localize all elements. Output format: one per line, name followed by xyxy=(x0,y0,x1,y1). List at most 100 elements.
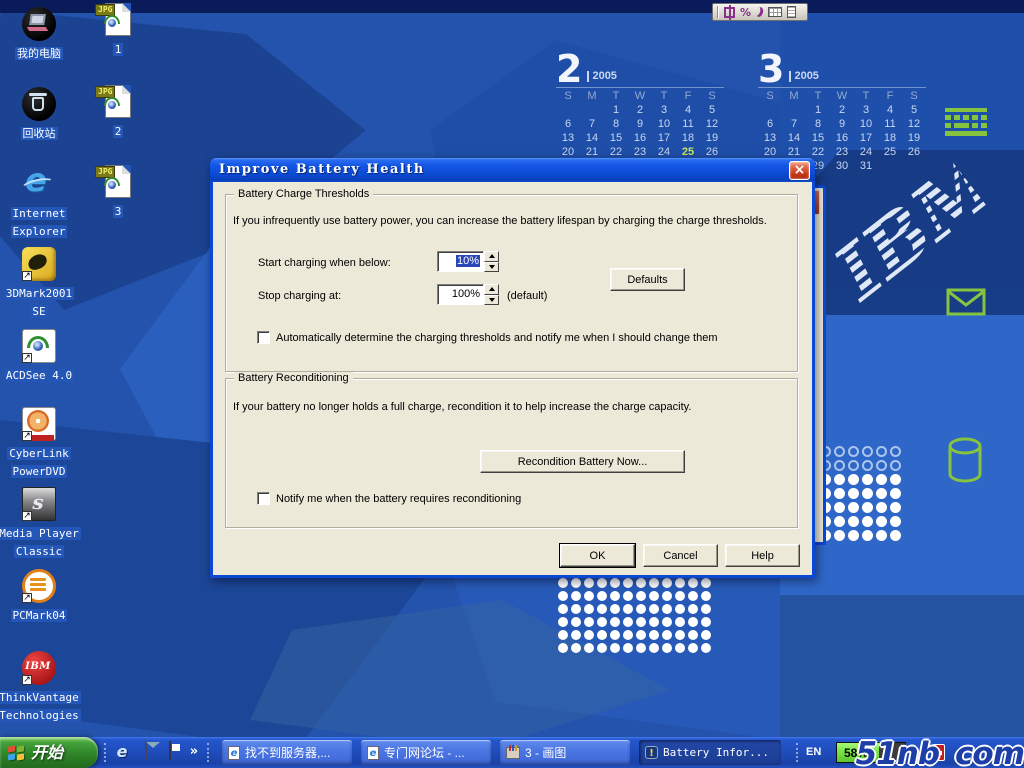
help-button[interactable]: Help xyxy=(725,544,800,567)
start-charging-label: Start charging when below: xyxy=(258,257,391,269)
calendar-day: 30 xyxy=(830,159,854,173)
desktop-icon-powerdvd[interactable]: ↗CyberLink PowerDVD xyxy=(0,406,82,480)
ime-language-bar[interactable]: % xyxy=(712,3,808,21)
calendar-day-header: M xyxy=(782,89,806,103)
recondition-battery-button[interactable]: Recondition Battery Now... xyxy=(480,450,685,473)
desktop-icon-acdsee[interactable]: ↗ACDSee 4.0 xyxy=(0,328,82,384)
desktop-icon-label: Internet Explorer xyxy=(11,207,68,238)
calendar-day: 1 xyxy=(604,103,628,117)
desktop-icon-my-computer[interactable]: 我的电脑 xyxy=(0,6,82,62)
calendar-day: 22 xyxy=(604,145,628,159)
spin-down-icon[interactable] xyxy=(484,262,499,273)
default-note: (default) xyxy=(507,290,547,302)
recycle-bin-icon xyxy=(21,86,57,122)
defaults-button[interactable]: Defaults xyxy=(610,268,685,291)
ime-punctuation-icon[interactable] xyxy=(755,6,765,18)
desktop-icon-jpg-file-2[interactable]: JPG2 xyxy=(96,84,140,140)
notify-reconditioning-checkbox[interactable] xyxy=(257,492,270,505)
calendar-day: 5 xyxy=(700,103,724,117)
desktop-icon-recycle-bin[interactable]: 回收站 xyxy=(0,86,82,142)
dialog-client-area: Battery Charge Thresholds If you infrequ… xyxy=(213,182,812,575)
calendar-day: 13 xyxy=(758,131,782,145)
calendar-day: 14 xyxy=(580,131,604,145)
ok-button[interactable]: OK xyxy=(560,544,635,567)
taskbar-task-button[interactable]: e专门网论坛 - ... xyxy=(361,740,491,765)
watermark-51nb: 51nb com xyxy=(856,736,1024,768)
calendar-day: 11 xyxy=(878,117,902,131)
toolbar-grip[interactable] xyxy=(207,743,210,762)
auto-thresholds-checkbox[interactable] xyxy=(257,331,270,344)
taskbar-task-button[interactable]: e找不到服务器,... xyxy=(222,740,352,765)
ime-chinese-mode-icon[interactable] xyxy=(724,7,735,18)
calendar-year: 2005 xyxy=(789,71,818,82)
calendar-month-number: 2 xyxy=(556,54,582,84)
spin-down-icon[interactable] xyxy=(484,295,499,306)
calendar-day: 8 xyxy=(604,117,628,131)
stop-charging-input[interactable]: 100% xyxy=(437,284,484,305)
language-indicator[interactable]: EN xyxy=(806,745,821,760)
auto-thresholds-label: Automatically determine the charging thr… xyxy=(276,332,717,344)
calendar-day: 9 xyxy=(628,117,652,131)
calendar-day: 4 xyxy=(878,103,902,117)
calendar-day xyxy=(902,159,926,173)
recondition-description: If your battery no longer holds a full c… xyxy=(233,401,691,413)
quicklaunch-show-desktop-icon[interactable] xyxy=(160,742,180,762)
desktop-icon-label: 我的电脑 xyxy=(15,47,63,60)
ime-fullwidth-icon[interactable]: % xyxy=(740,7,751,18)
powerdvd-icon: ↗ xyxy=(21,406,57,442)
desktop-icon-pcmark04[interactable]: ↗PCMark04 xyxy=(0,568,82,624)
calendar-day-header: F xyxy=(676,89,700,103)
calendar-day xyxy=(556,103,580,117)
dialog-titlebar[interactable]: Improve Battery Health × xyxy=(210,158,815,182)
start-button[interactable]: 开始 xyxy=(0,737,98,768)
desktop-icon-3dmark2001[interactable]: ↗3DMark2001 SE xyxy=(0,246,82,320)
calendar-day: 15 xyxy=(604,131,628,145)
media-player-classic-icon: s↗ xyxy=(21,486,57,522)
start-charging-spinner: 10% xyxy=(437,251,499,272)
dialog-title: Improve Battery Health xyxy=(219,158,425,182)
desktop-icon-jpg-file-1[interactable]: JPG1 xyxy=(96,2,140,58)
start-charging-input[interactable]: 10% xyxy=(437,251,484,272)
toolbar-grip[interactable] xyxy=(104,743,107,762)
stop-charging-label: Stop charging at: xyxy=(258,290,341,302)
calendar-day: 14 xyxy=(782,131,806,145)
ime-grip[interactable] xyxy=(717,6,719,18)
calendar-day: 6 xyxy=(758,117,782,131)
close-icon[interactable]: × xyxy=(789,161,810,180)
quicklaunch-ie-icon[interactable]: e xyxy=(112,742,132,762)
calendar-day: 21 xyxy=(580,145,604,159)
quicklaunch-overflow-chevron-icon[interactable]: » xyxy=(184,742,204,762)
quicklaunch-mail-icon[interactable] xyxy=(136,742,156,762)
group-caption: Battery Charge Thresholds xyxy=(234,188,373,200)
calendar-day: 24 xyxy=(652,145,676,159)
task-button-label: 3 - 画图 xyxy=(525,744,566,761)
calendar-day: 2 xyxy=(628,103,652,117)
calendar-day: 21 xyxy=(782,145,806,159)
spin-up-icon[interactable] xyxy=(484,284,499,295)
calendar-day: 19 xyxy=(902,131,926,145)
desktop-icon-thinkvantage[interactable]: IBM↗ThinkVantage Technologies xyxy=(0,650,82,724)
jpg-file-2-icon: JPG xyxy=(100,84,136,120)
taskbar-task-button[interactable]: !Battery Infor... xyxy=(639,740,781,765)
notify-reconditioning-label: Notify me when the battery requires reco… xyxy=(276,493,521,505)
wallpaper-grid-icon xyxy=(945,108,987,141)
ie-page-icon: e xyxy=(228,746,240,760)
calendar-day xyxy=(580,103,604,117)
calendar-day: 12 xyxy=(700,117,724,131)
calendar-day: 18 xyxy=(878,131,902,145)
cancel-button[interactable]: Cancel xyxy=(643,544,718,567)
ime-keyboard-icon[interactable] xyxy=(768,7,782,17)
calendar-day: 9 xyxy=(830,117,854,131)
desktop-icon-media-player-classic[interactable]: s↗Media Player Classic xyxy=(0,486,82,560)
desktop-icon-label: PCMark04 xyxy=(11,609,68,622)
ime-document-icon[interactable] xyxy=(787,6,796,18)
task-button-label: Battery Infor... xyxy=(663,746,769,759)
calendar-day: 17 xyxy=(652,131,676,145)
thinkvantage-icon: IBM↗ xyxy=(21,650,57,686)
calendar-day-header: S xyxy=(556,89,580,103)
taskbar-task-button[interactable]: 3 - 画图 xyxy=(500,740,630,765)
calendar-day: 16 xyxy=(830,131,854,145)
spin-up-icon[interactable] xyxy=(484,251,499,262)
desktop-icon-internet-explorer[interactable]: eInternet Explorer xyxy=(0,166,82,240)
desktop-icon-jpg-file-3[interactable]: JPG3 xyxy=(96,164,140,220)
